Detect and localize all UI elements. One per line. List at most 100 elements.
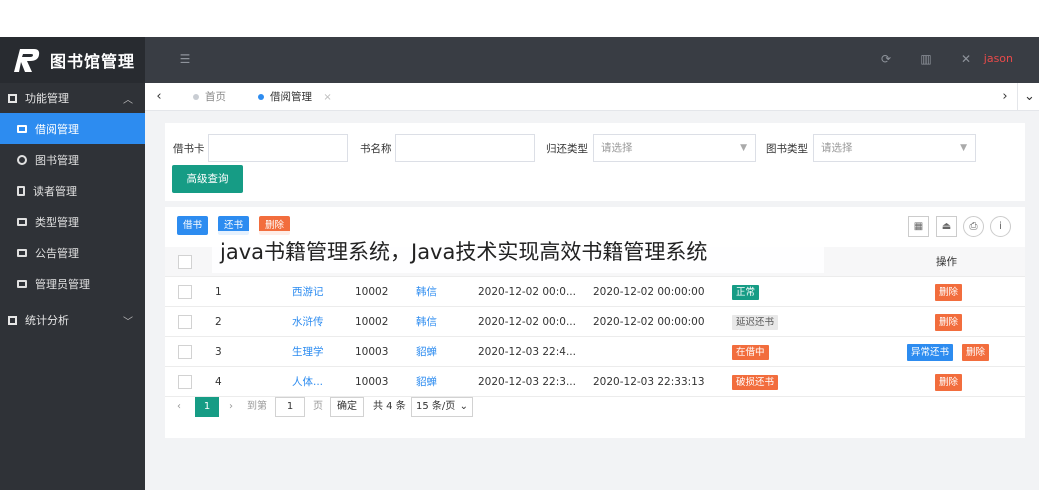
gear-icon: [17, 154, 27, 165]
chevron-up-icon: ︿: [123, 94, 133, 106]
close-icon[interactable]: ×: [323, 92, 331, 103]
book-type-select[interactable]: 请选择 ▼: [813, 134, 976, 162]
tab-borrow[interactable]: 借阅管理 ×: [256, 83, 332, 111]
fullscreen-icon[interactable]: ✕: [960, 53, 972, 65]
borrow-button[interactable]: 借书: [177, 216, 209, 235]
book-name[interactable]: 人体...: [292, 367, 323, 397]
row-checkbox[interactable]: [178, 345, 192, 359]
header-ops: 操作: [936, 256, 957, 268]
row-no: 3: [215, 346, 222, 358]
lend-date: 2020-12-03 22:4...: [478, 346, 576, 358]
trash-icon[interactable]: ▥: [920, 53, 932, 65]
row-delete-button[interactable]: 删除: [935, 314, 963, 331]
sidebar-item-label: 图书管理: [35, 153, 79, 167]
row-delete-button[interactable]: 删除: [935, 284, 963, 301]
sidebar-item-label: 公告管理: [35, 246, 79, 260]
menu-group-label: 功能管理: [25, 92, 69, 105]
app-root: 图书馆管理 功能管理 ︿ 借阅管理 图书管理 读者管理 类型管理 公告管理 管理…: [0, 0, 1039, 490]
sidebar-item-types[interactable]: 类型管理: [0, 206, 145, 237]
refresh-icon[interactable]: ⟳: [880, 53, 892, 65]
page-size-value: 15 条/页: [416, 401, 456, 412]
reader-name[interactable]: 貂蝉: [416, 367, 437, 397]
card-no: 10003: [355, 376, 389, 388]
tabs-bar: ‹ 首页 借阅管理 × › ⌄: [145, 83, 1039, 111]
sidebar-item-label: 管理员管理: [35, 277, 90, 291]
tab-label: 首页: [205, 91, 226, 103]
total-count: 共 4 条: [373, 401, 406, 412]
table-row: 1 西游记 10002 韩信 2020-12-02 00:0... 2020-1…: [165, 277, 1025, 307]
sidebar-item-label: 读者管理: [33, 184, 77, 198]
page-jump-input[interactable]: 1: [275, 397, 305, 417]
advanced-search-button[interactable]: 高级查询: [172, 165, 243, 193]
row-delete-button[interactable]: 删除: [962, 344, 990, 361]
page-prev-icon[interactable]: ‹: [177, 397, 181, 417]
page-size-select[interactable]: 15 条/页 ⌄: [411, 397, 473, 417]
abnormal-return-button[interactable]: 异常还书: [907, 344, 954, 361]
logo-icon: [8, 45, 42, 75]
row-delete-button[interactable]: 删除: [935, 374, 963, 391]
top-header: ☰ ⟳ ▥ ✕ jason: [145, 37, 1039, 83]
book-name[interactable]: 水浒传: [292, 307, 324, 337]
sidebar-item-label: 借阅管理: [35, 122, 79, 136]
book-input[interactable]: [395, 134, 535, 162]
caret-down-icon: ▼: [960, 143, 967, 153]
reader-name[interactable]: 韩信: [416, 277, 437, 307]
menu-group-func[interactable]: 功能管理 ︿: [0, 83, 145, 113]
row-checkbox[interactable]: [178, 375, 192, 389]
sidebar: 图书馆管理 功能管理 ︿ 借阅管理 图书管理 读者管理 类型管理 公告管理 管理…: [0, 37, 145, 490]
back-date: 2020-12-02 00:00:00: [593, 316, 705, 328]
sidebar-item-notices[interactable]: 公告管理: [0, 237, 145, 268]
status-badge: 延迟还书: [732, 315, 779, 330]
lend-date: 2020-12-03 22:3...: [478, 376, 576, 388]
app-title: 图书馆管理: [50, 52, 136, 71]
sidebar-item-admins[interactable]: 管理员管理: [0, 268, 145, 299]
chevron-down-icon: ﹀: [123, 316, 133, 328]
reader-name[interactable]: 韩信: [416, 307, 437, 337]
tab-home[interactable]: 首页: [191, 83, 226, 111]
sidebar-item-books[interactable]: 图书管理: [0, 144, 145, 175]
dot-icon: [193, 94, 199, 100]
page-confirm-button[interactable]: 确定: [330, 397, 364, 417]
sidebar-item-borrow[interactable]: 借阅管理: [0, 113, 145, 144]
status-badge: 在借中: [732, 345, 769, 360]
brand: 图书馆管理: [0, 37, 145, 83]
sidebar-item-label: 类型管理: [35, 215, 79, 229]
status-badge: 正常: [732, 285, 760, 300]
print-icon[interactable]: ⎙: [963, 216, 984, 237]
goto-label: 到第: [247, 401, 267, 412]
tab-menu-icon[interactable]: ⌄: [1017, 83, 1039, 111]
page-current[interactable]: 1: [195, 397, 219, 417]
user-name[interactable]: jason: [984, 52, 1013, 65]
export-icon[interactable]: ⏏: [936, 216, 957, 237]
chart-icon: [8, 315, 17, 325]
card-input[interactable]: [208, 134, 348, 162]
row-no: 1: [215, 286, 222, 298]
row-no: 2: [215, 316, 222, 328]
window-icon: [17, 124, 27, 133]
table-row: 3 生理学 10003 貂蝉 2020-12-03 22:4... 在借中 异常…: [165, 337, 1025, 367]
top-margin: [0, 0, 1039, 37]
window-icon: [17, 217, 27, 226]
menu-toggle-icon[interactable]: ☰: [179, 53, 191, 65]
info-icon[interactable]: i: [990, 216, 1011, 237]
tab-prev-icon[interactable]: ‹: [147, 83, 171, 111]
row-checkbox[interactable]: [178, 285, 192, 299]
table-row: 2 水浒传 10002 韩信 2020-12-02 00:0... 2020-1…: [165, 307, 1025, 337]
reader-name[interactable]: 貂蝉: [416, 337, 437, 367]
menu-group-label: 统计分析: [25, 314, 69, 327]
page-next-icon[interactable]: ›: [229, 397, 233, 417]
columns-icon[interactable]: ▦: [908, 216, 929, 237]
select-all-checkbox[interactable]: [178, 255, 192, 269]
book-name[interactable]: 生理学: [292, 337, 324, 367]
watermark-caption: java书籍管理系统，Java技术实现高效书籍管理系统: [212, 231, 824, 273]
sidebar-item-readers[interactable]: 读者管理: [0, 175, 145, 206]
book-name[interactable]: 西游记: [292, 277, 324, 307]
dot-icon: [258, 94, 264, 100]
select-placeholder: 请选择: [601, 142, 633, 154]
row-checkbox[interactable]: [178, 315, 192, 329]
tab-next-icon[interactable]: ›: [993, 83, 1017, 111]
lend-date: 2020-12-02 00:0...: [478, 316, 576, 328]
lend-date: 2020-12-02 00:0...: [478, 286, 576, 298]
return-type-select[interactable]: 请选择 ▼: [593, 134, 756, 162]
menu-group-stats[interactable]: 统计分析 ﹀: [0, 305, 145, 335]
